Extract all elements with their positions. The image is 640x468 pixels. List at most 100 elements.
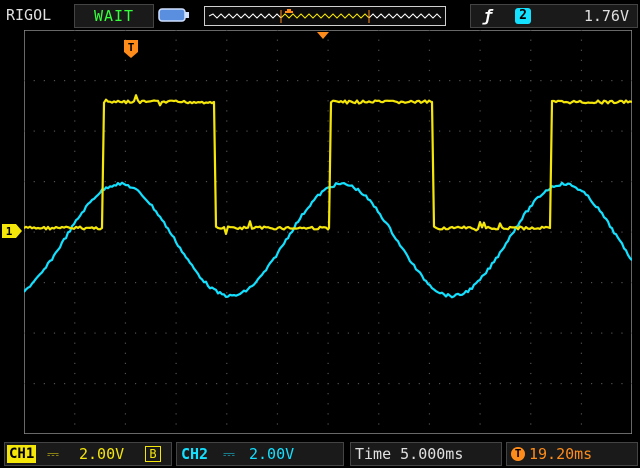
grid-dot <box>145 231 147 233</box>
grid-dot <box>317 282 319 284</box>
ch2-settings[interactable]: CH2 ⎓ 2.00V <box>176 442 344 466</box>
grid-dot <box>347 130 349 132</box>
grid-dot <box>74 322 76 324</box>
grid-dot <box>124 312 127 314</box>
grid-dot <box>175 110 177 112</box>
grid-dot <box>94 383 96 385</box>
grid-dot <box>185 383 187 385</box>
grid-dot <box>449 332 451 334</box>
grid-dot <box>530 332 532 334</box>
grid-dot <box>124 342 127 344</box>
grid-dot <box>327 231 329 233</box>
grid-dot <box>155 383 157 385</box>
grid-dot <box>469 130 471 132</box>
grid-dot <box>226 100 228 102</box>
grid-dot <box>378 191 380 193</box>
grid-dot <box>307 80 309 82</box>
grid-dot <box>327 140 329 142</box>
grid-dot <box>357 383 360 385</box>
grid-dot <box>428 271 431 274</box>
grid-dot <box>520 80 522 82</box>
grid-dot <box>378 302 380 304</box>
grid-dot <box>124 211 127 213</box>
grid-dot <box>195 231 197 233</box>
grid-dot <box>124 59 127 61</box>
grid-dot <box>226 362 228 364</box>
grid-dot <box>124 352 127 354</box>
grid-dot <box>175 181 177 183</box>
grid-dot <box>256 383 258 385</box>
grid-dot <box>114 383 116 385</box>
grid-dot <box>317 80 319 82</box>
grid-dot <box>368 130 370 132</box>
grid-dot <box>175 292 177 294</box>
grid-dot <box>226 271 228 274</box>
grid-dot <box>104 282 106 284</box>
grid-dot <box>368 231 370 233</box>
acquisition-status[interactable]: WAIT <box>74 4 154 28</box>
grid-dot <box>175 80 177 82</box>
grid-dot <box>540 231 542 233</box>
grid-dot <box>226 211 228 213</box>
grid-dot <box>276 39 279 41</box>
grid-dot <box>337 80 339 82</box>
grid-dot <box>479 413 481 415</box>
grid-dot <box>357 130 360 132</box>
grid-dot <box>428 130 431 132</box>
grid-dot <box>499 332 501 334</box>
grid-dot <box>611 282 613 284</box>
grid-dot <box>428 261 431 263</box>
grid-dot <box>276 393 279 395</box>
grid-dot <box>226 201 228 203</box>
grid-dot <box>226 352 228 354</box>
trigger-level: 1.76V <box>583 7 629 25</box>
grid-dot <box>74 393 76 395</box>
grid-dot <box>175 231 177 233</box>
grid-dot <box>24 231 25 233</box>
ch1-ground-marker[interactable]: 1 <box>0 222 24 240</box>
timebase-settings[interactable]: Time 5.000ms <box>350 442 502 466</box>
ch1-settings[interactable]: CH1 ⎓ 2.00V B <box>4 442 172 466</box>
grid-dot <box>246 80 248 82</box>
grid-dot <box>520 383 522 385</box>
grid-dot <box>256 231 258 233</box>
grid-dot <box>530 413 532 415</box>
grid-dot <box>84 130 86 132</box>
grid-dot <box>479 393 481 395</box>
grid-dot <box>580 59 583 61</box>
grid-dot <box>560 231 562 233</box>
trigger-offset-settings[interactable]: T 19.20ms <box>506 442 638 466</box>
grid-dot <box>175 282 177 284</box>
grid-dot <box>611 332 613 334</box>
grid-dot <box>276 241 279 243</box>
grid-dot <box>428 231 431 233</box>
grid-dot <box>530 292 532 294</box>
grid-dot <box>43 130 45 132</box>
grid-dot <box>317 231 319 233</box>
trigger-settings[interactable]: ƒ 2 1.76V <box>470 4 638 28</box>
grid-dot <box>124 403 127 405</box>
grid-dot <box>226 69 228 72</box>
grid-dot <box>580 271 583 274</box>
grid-dot <box>104 80 106 82</box>
grid-dot <box>570 130 572 132</box>
grid-dot <box>590 181 593 183</box>
grid-dot <box>175 90 177 92</box>
waveform-display[interactable]: T <box>24 30 632 434</box>
grid-dot <box>276 271 279 274</box>
grid-dot <box>530 120 532 122</box>
grid-dot <box>530 393 532 395</box>
grid-dot <box>388 332 390 334</box>
grid-dot <box>337 332 339 334</box>
grid-dot <box>520 332 522 334</box>
grid-dot <box>226 393 228 395</box>
grid-dot <box>74 292 76 294</box>
grid-dot <box>307 332 309 334</box>
grid-dot <box>104 130 106 132</box>
grid-dot <box>479 150 481 152</box>
grid-dot <box>297 332 299 334</box>
memory-window[interactable] <box>204 6 446 26</box>
grid-dot <box>226 302 228 304</box>
grid-dot <box>24 130 25 132</box>
grid-dot <box>276 261 279 263</box>
